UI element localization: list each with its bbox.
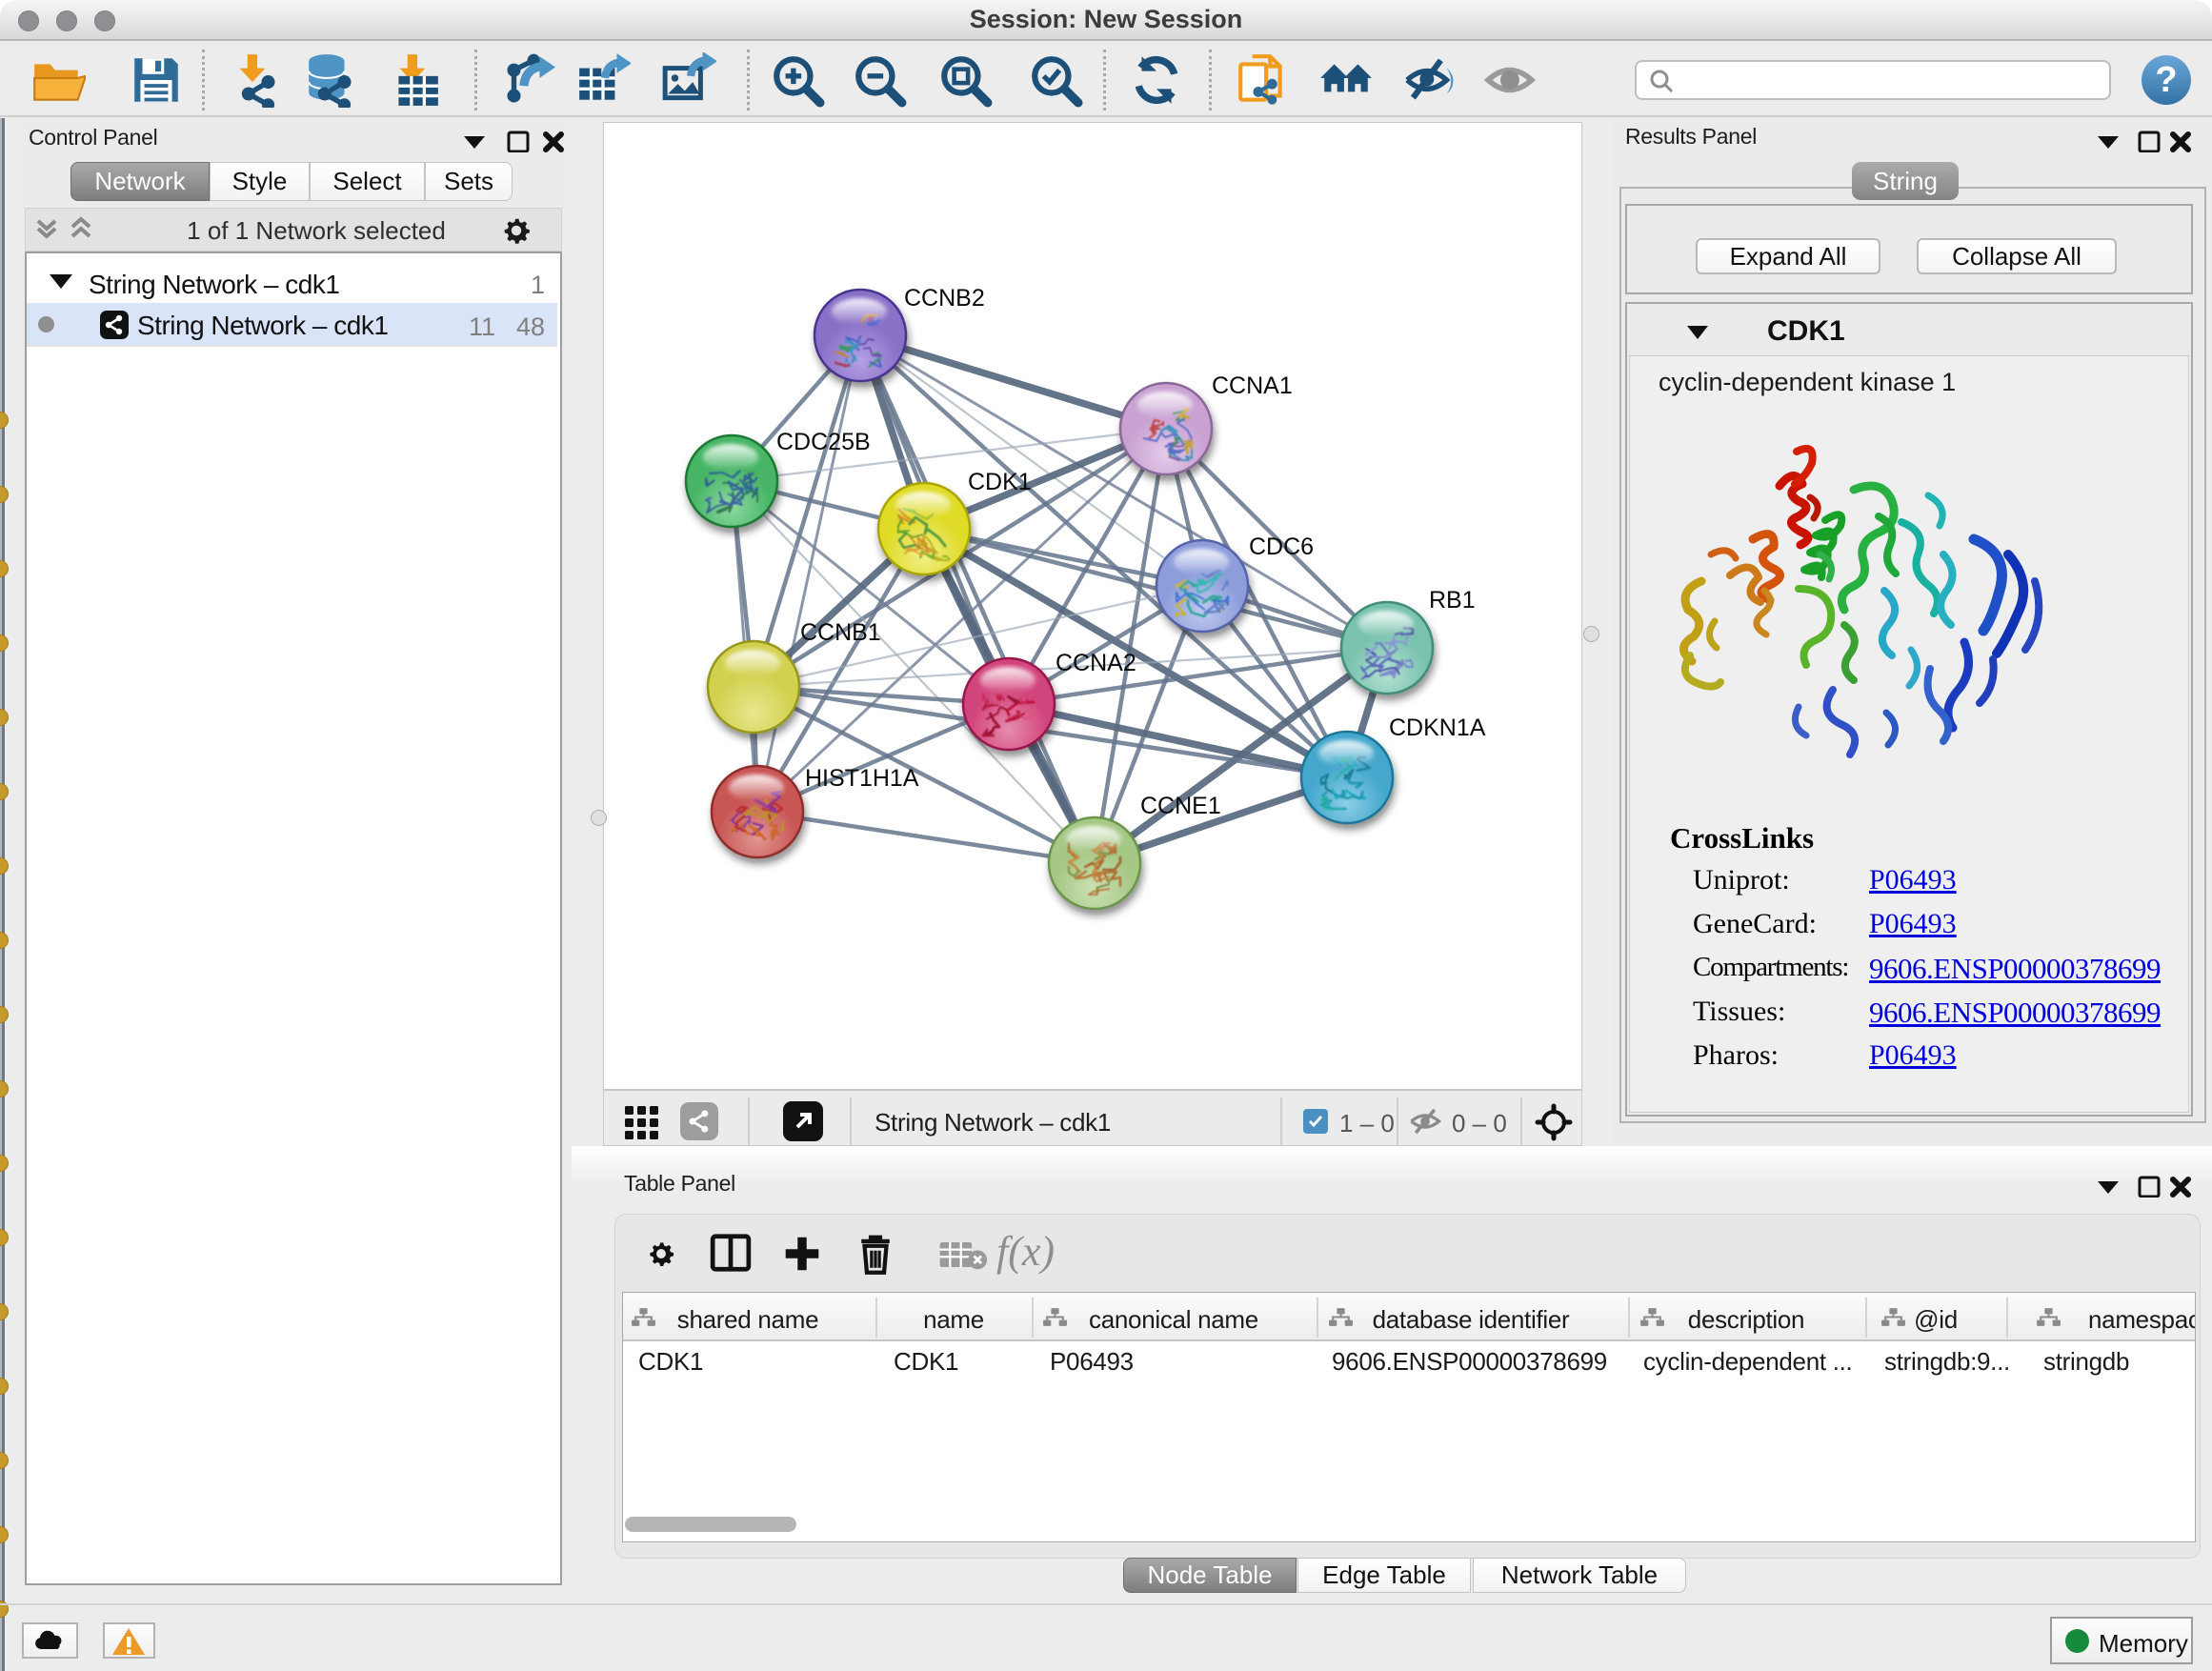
svg-text:CCNB2: CCNB2 [904,285,985,312]
svg-text:CDK1: CDK1 [968,469,1032,495]
svg-text:CDC25B: CDC25B [776,429,871,455]
svg-text:CCNE1: CCNE1 [1140,793,1221,819]
svg-text:RB1: RB1 [1429,587,1476,614]
svg-text:CDC6: CDC6 [1249,534,1314,560]
svg-text:HIST1H1A: HIST1H1A [805,765,919,792]
svg-text:CCNB1: CCNB1 [800,619,881,646]
svg-text:CCNA2: CCNA2 [1056,650,1136,676]
svg-text:CDKN1A: CDKN1A [1389,715,1486,741]
svg-text:CCNA1: CCNA1 [1212,372,1293,399]
